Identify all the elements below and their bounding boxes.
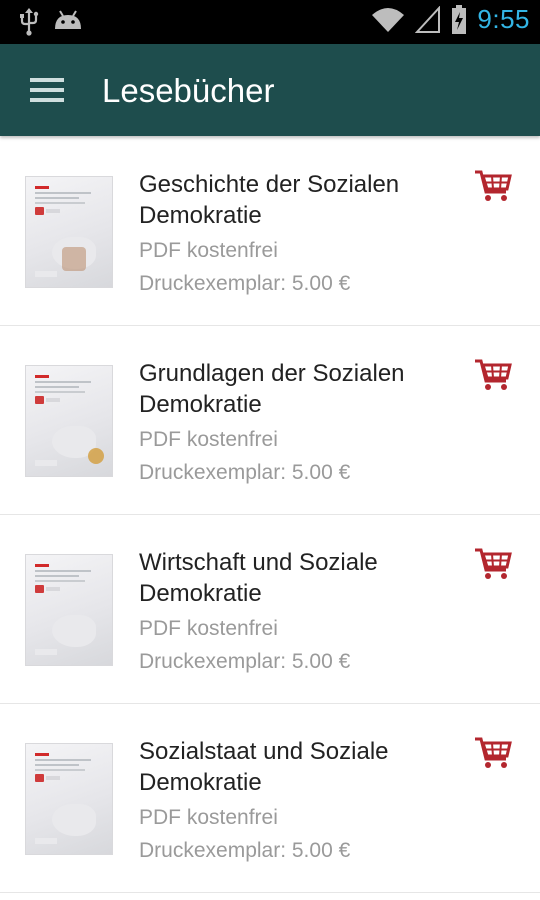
status-bar: 9:55 [0,0,540,44]
menu-button[interactable] [30,74,64,106]
add-to-cart-button[interactable] [474,169,512,203]
status-bar-left [18,8,84,36]
add-to-cart-button[interactable] [474,547,512,581]
book-list-item[interactable]: Grundlagen der Sozialen Demokratie PDF k… [0,326,540,515]
usb-icon [18,8,40,36]
android-icon [52,9,84,35]
shopping-cart-icon [474,737,512,774]
book-cover-image [26,177,112,287]
book-list: Geschichte der Sozialen Demokratie PDF k… [0,137,540,893]
book-list-item[interactable]: Sozialstaat und Soziale Demokratie PDF k… [0,704,540,893]
wifi-icon [371,7,405,33]
book-pdf-info: PDF kostenfrei [139,617,278,640]
book-print-price: Druckexemplar: 5.00 € [139,461,351,484]
book-title: Sozialstaat und Soziale Demokratie [139,738,389,796]
book-cover-image [26,744,112,854]
book-print-price: Druckexemplar: 5.00 € [139,839,351,862]
action-bar: Lesebücher [0,44,540,136]
book-title: Grundlagen der Sozialen Demokratie [139,360,405,418]
book-pdf-info: PDF kostenfrei [139,239,278,262]
shopping-cart-icon [474,359,512,396]
add-to-cart-button[interactable] [474,358,512,392]
status-bar-right: 9:55 [371,4,530,35]
book-title: Wirtschaft und Soziale Demokratie [139,549,378,607]
shopping-cart-icon [474,170,512,207]
book-cover-image [26,366,112,476]
status-time: 9:55 [477,4,530,34]
book-cover-image [26,555,112,665]
shopping-cart-icon [474,548,512,585]
hamburger-menu-icon [30,78,64,110]
add-to-cart-button[interactable] [474,736,512,770]
book-print-price: Druckexemplar: 5.00 € [139,650,351,673]
battery-charging-icon [451,4,467,35]
page-title: Lesebücher [102,72,275,109]
signal-icon [415,5,441,34]
book-title: Geschichte der Sozialen Demokratie [139,171,400,229]
book-list-item[interactable]: Geschichte der Sozialen Demokratie PDF k… [0,137,540,326]
book-print-price: Druckexemplar: 5.00 € [139,272,351,295]
book-list-item[interactable]: Wirtschaft und Soziale Demokratie PDF ko… [0,515,540,704]
book-pdf-info: PDF kostenfrei [139,806,278,829]
book-pdf-info: PDF kostenfrei [139,428,278,451]
